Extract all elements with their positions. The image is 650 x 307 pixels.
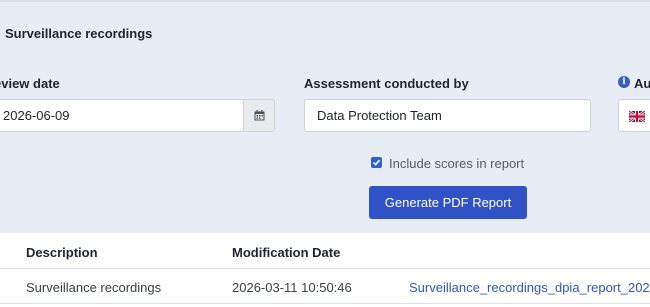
- calendar-button[interactable]: [243, 99, 275, 132]
- report-file-link[interactable]: Surveillance_recordings_dpia_report_2026: [409, 280, 650, 295]
- include-scores-checkbox[interactable]: [371, 157, 382, 168]
- check-icon: [372, 159, 381, 166]
- review-date-input[interactable]: 2026-06-09: [0, 99, 244, 132]
- table-row-divider: [0, 303, 650, 304]
- language-label: Au: [634, 76, 650, 91]
- language-select[interactable]: [618, 99, 650, 132]
- panel-title: Surveillance recordings: [5, 26, 153, 41]
- calendar-icon: [254, 110, 264, 121]
- column-header-modification-date[interactable]: Modification Date: [232, 245, 340, 260]
- assessment-input[interactable]: Data Protection Team: [304, 99, 591, 132]
- include-scores-label[interactable]: Include scores in report: [389, 156, 524, 171]
- generate-pdf-button[interactable]: Generate PDF Report: [369, 186, 527, 219]
- row-modification-date: 2026-03-11 10:50:46: [232, 280, 352, 295]
- row-description: Surveillance recordings: [26, 280, 162, 295]
- assessment-label: Assessment conducted by: [304, 76, 469, 91]
- info-icon[interactable]: i: [618, 76, 630, 88]
- table-header-divider: [0, 268, 650, 269]
- column-header-description[interactable]: Description: [26, 245, 98, 260]
- report-panel: Surveillance recordings eview date 2026-…: [0, 0, 650, 233]
- review-date-label: eview date: [0, 76, 60, 91]
- uk-flag-icon: [629, 111, 645, 123]
